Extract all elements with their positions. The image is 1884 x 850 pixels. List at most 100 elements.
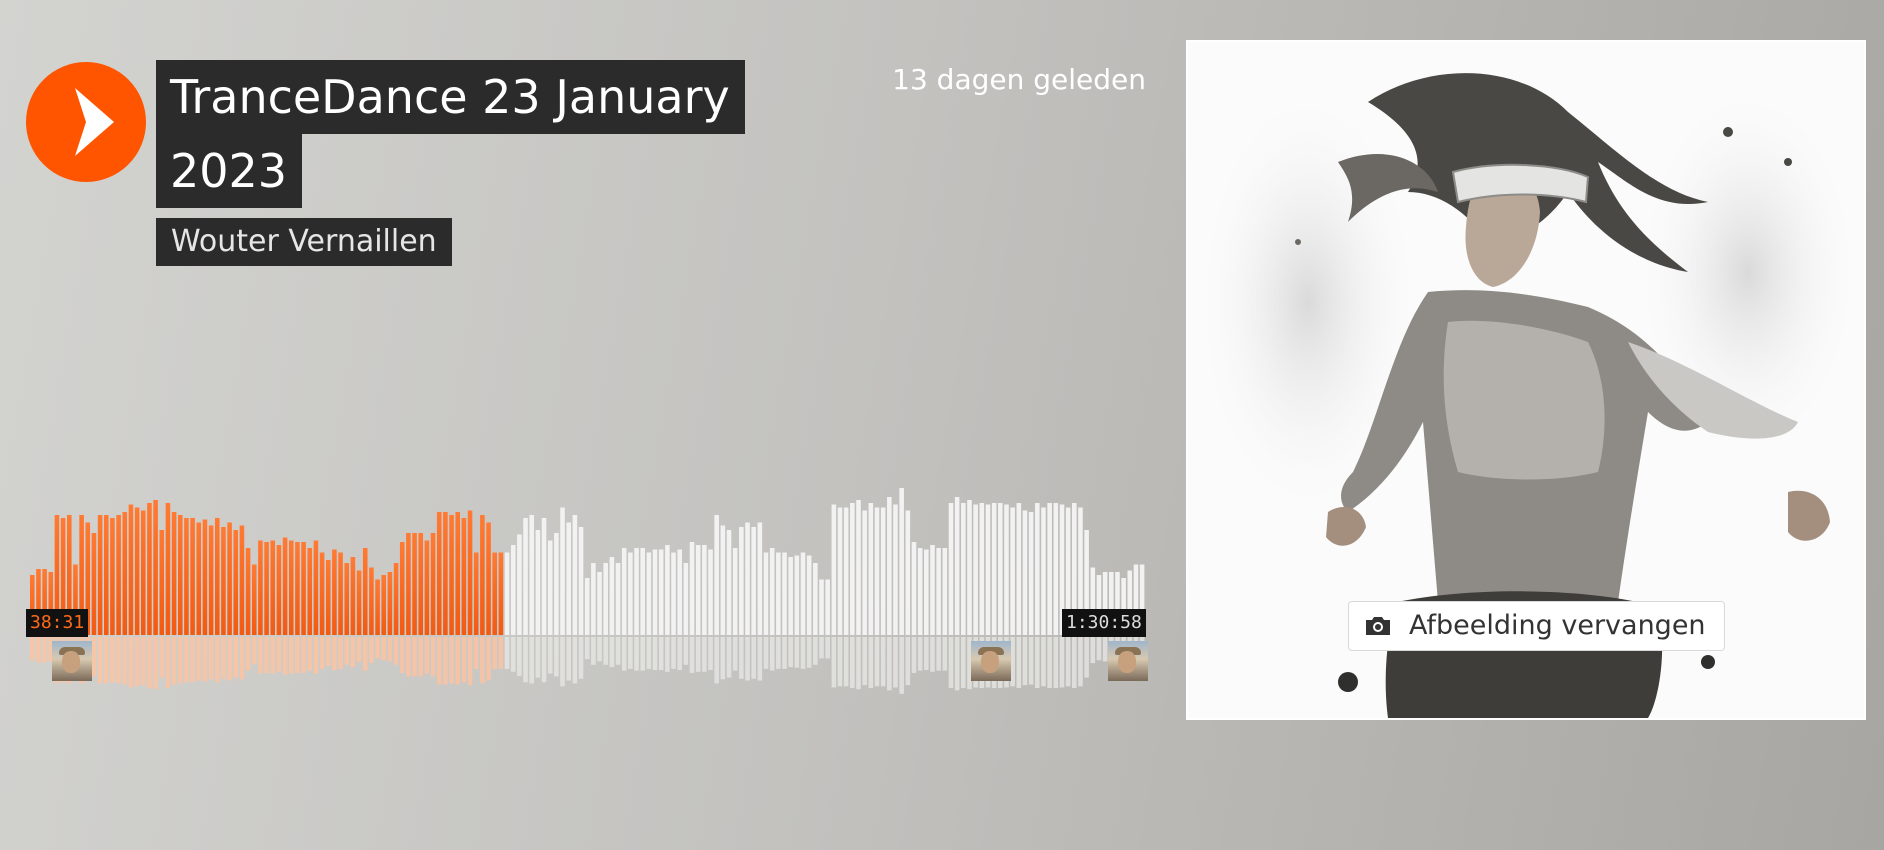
waveform-reflection-bar (837, 637, 843, 687)
waveform-bar (214, 518, 220, 635)
waveform-reflection-bar (282, 637, 288, 675)
waveform-bar (498, 552, 504, 635)
waveform-reflection-bar (541, 637, 547, 683)
waveform-bar (948, 503, 954, 635)
waveform-bar (899, 488, 904, 635)
waveform-reflection-bar (874, 637, 880, 687)
artist-name[interactable]: Wouter Vernaillen (156, 218, 452, 266)
waveform-reflection-bar (36, 637, 41, 663)
waveform-reflection-bar (91, 637, 97, 677)
waveform-bar (689, 542, 695, 635)
waveform-bar (874, 507, 880, 635)
waveform-reflection-bar (708, 637, 713, 671)
waveform[interactable] (30, 480, 1146, 720)
waveform-reflection-bar (480, 637, 485, 684)
waveform-bar (344, 563, 350, 635)
waveform-reflection-bar (338, 637, 343, 669)
waveform-bar (276, 545, 282, 635)
waveform-reflection-bar (720, 637, 726, 680)
waveform-bar (708, 549, 713, 635)
waveform-bar (603, 563, 608, 635)
waveform-reflection-bar (936, 637, 941, 671)
comment-avatar-1[interactable] (52, 641, 93, 681)
waveform-reflection-bar (424, 637, 430, 674)
waveform-reflection-bar (831, 637, 837, 688)
waveform-bar (159, 530, 165, 635)
waveform-reflection-bar (695, 637, 701, 672)
current-time: 38:31 (26, 609, 89, 637)
waveform-reflection-bar (880, 637, 886, 687)
waveform-reflection-bar (689, 637, 695, 673)
waveform-reflection-bar (1035, 637, 1040, 689)
track-title-line-1[interactable]: TranceDance 23 January (156, 60, 745, 134)
waveform-reflection-bar (905, 637, 911, 686)
waveform-reflection-bar (843, 637, 849, 687)
waveform-reflection-bar (153, 637, 158, 690)
waveform-bar (1047, 503, 1052, 635)
waveform-reflection-bar (30, 637, 35, 661)
waveform-reflection-bar (683, 637, 689, 665)
waveform-reflection-bar (406, 637, 411, 677)
waveform-bar (393, 563, 399, 635)
waveform-reflection-bar (147, 637, 152, 689)
waveform-reflection-bar (412, 637, 417, 677)
waveform-reflection-bar (350, 637, 356, 668)
waveform-reflection-bar (646, 637, 652, 669)
waveform-bar (91, 533, 97, 635)
waveform-reflection-bar (603, 637, 608, 665)
waveform-bar (572, 515, 578, 635)
waveform-reflection-bar (560, 637, 565, 687)
waveform-reflection-bar (473, 637, 479, 669)
waveform-bar (578, 527, 584, 635)
waveform-reflection-bar (1022, 637, 1028, 686)
waveform-bar (979, 503, 985, 635)
waveform-reflection-bar (714, 637, 719, 684)
waveform-reflection-bar (726, 637, 732, 678)
waveform-reflection-bar (1084, 637, 1089, 678)
waveform-bar (165, 503, 171, 635)
waveform-reflection-bar (486, 637, 491, 681)
waveform-bar (831, 504, 837, 635)
waveform-reflection-bar (233, 637, 239, 678)
waveform-reflection-bar (794, 637, 800, 668)
waveform-reflection-bar (288, 637, 294, 674)
waveform-reflection-bar (307, 637, 313, 671)
replace-image-button[interactable]: Afbeelding vervangen (1348, 601, 1725, 651)
waveform-reflection-bar (628, 637, 633, 669)
play-button[interactable] (26, 62, 146, 182)
waveform-reflection-bar (239, 637, 245, 680)
waveform-bar (313, 540, 319, 635)
waveform-reflection-bar (547, 637, 553, 674)
waveform-reflection-bar (1072, 637, 1077, 689)
waveform-bar (517, 534, 522, 635)
comment-avatar-2[interactable] (970, 641, 1011, 681)
waveform-reflection-bar (190, 637, 195, 683)
waveform-bar (665, 545, 670, 635)
comment-avatar-3[interactable] (1108, 641, 1149, 681)
waveform-bar (282, 537, 288, 635)
waveform-reflection-bar (134, 637, 140, 687)
waveform-reflection-bar (140, 637, 146, 686)
waveform-bar (221, 527, 226, 635)
waveform-bar (116, 515, 121, 635)
waveform-reflection-bar (825, 637, 830, 659)
waveform-bar (893, 504, 898, 635)
waveform-reflection-bar (671, 637, 676, 669)
waveform-reflection-bar (732, 637, 738, 671)
waveform-bar (492, 552, 497, 635)
waveform-reflection-bar (911, 637, 917, 673)
waveform-reflection-bar (295, 637, 300, 673)
waveform-reflection-bar (745, 637, 750, 681)
waveform-bar (338, 552, 343, 635)
track-title-line-2[interactable]: 2023 (156, 134, 303, 208)
waveform-bar (480, 515, 485, 635)
waveform-bar (1035, 503, 1040, 635)
waveform-bar (140, 510, 146, 635)
waveform-reflection-bar (399, 637, 405, 673)
track-header: TranceDance 23 January 2023 Wouter Verna… (156, 60, 756, 266)
waveform-bar (702, 545, 707, 635)
waveform-bar (153, 500, 158, 635)
waveform-bar (658, 549, 664, 635)
waveform-bar (628, 552, 633, 635)
waveform-reflection-bar (344, 637, 350, 665)
